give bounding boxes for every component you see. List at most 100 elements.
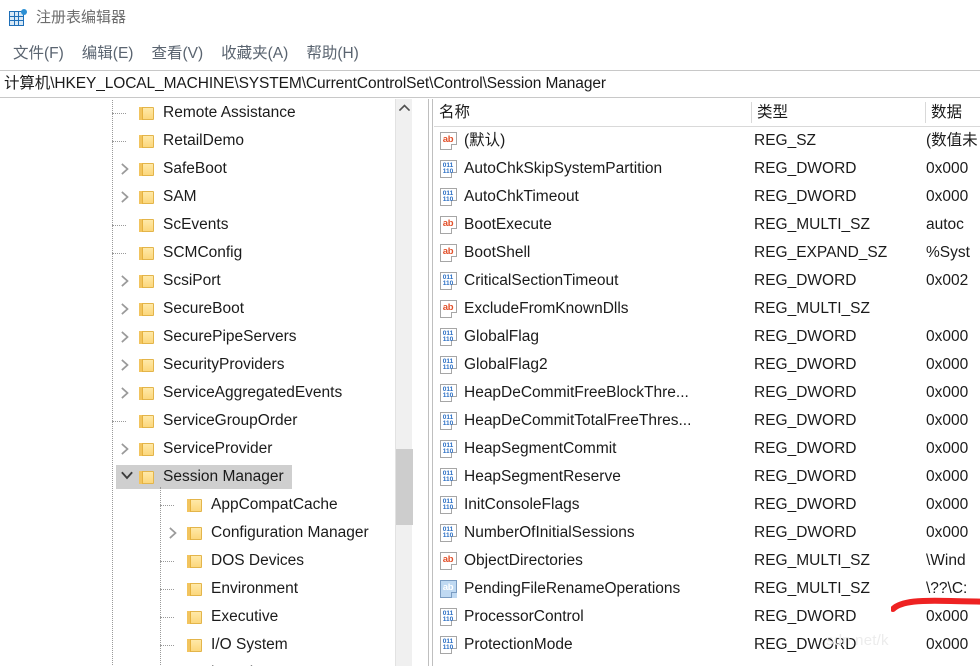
value-name-cell[interactable]: 011 110 ProcessorControl: [438, 603, 750, 631]
tree-node-environment[interactable]: Environment: [0, 575, 410, 603]
value-name-cell[interactable]: ab (默认): [438, 127, 750, 155]
folder-icon: [186, 581, 204, 597]
tree-node-scsiport[interactable]: ScsiPort: [0, 267, 410, 295]
content-area: Remote Assistance RetailDemo SafeBoot SAM Sc…: [0, 99, 980, 666]
menu-help[interactable]: 帮助(H): [297, 41, 368, 67]
pane-splitter[interactable]: [428, 99, 433, 666]
column-header-data[interactable]: 数据: [926, 99, 980, 126]
tree-node-session-manager[interactable]: Session Manager: [0, 463, 410, 491]
registry-value-row[interactable]: 011 110 HeapDeCommitTotalFreeThres... REG_D…: [434, 407, 980, 435]
tree-node-dos-devices[interactable]: DOS Devices: [0, 547, 410, 575]
chevron-down-icon[interactable]: [116, 465, 138, 489]
chevron-right-icon[interactable]: [116, 353, 138, 377]
tree-node-serviceprovider[interactable]: ServiceProvider: [0, 435, 410, 463]
tree-node-configuration-manager[interactable]: Configuration Manager: [0, 519, 410, 547]
chevron-right-icon[interactable]: [164, 521, 186, 545]
chevron-up-icon[interactable]: [396, 99, 413, 116]
tree-node-scevents[interactable]: ScEvents: [0, 211, 410, 239]
tree-node-serviceaggregatedevents[interactable]: ServiceAggregatedEvents: [0, 379, 410, 407]
tree-guide-line: [160, 561, 174, 562]
tree-node-secureboot[interactable]: SecureBoot: [0, 295, 410, 323]
value-name-cell[interactable]: 011 110 HeapSegmentReserve: [438, 463, 750, 491]
value-type-cell: REG_DWORD: [754, 496, 857, 513]
address-bar[interactable]: 计算机\HKEY_LOCAL_MACHINE\SYSTEM\CurrentCon…: [0, 70, 980, 98]
chevron-right-icon[interactable]: [116, 325, 138, 349]
value-name-cell[interactable]: ab BootExecute: [438, 211, 750, 239]
value-name-cell[interactable]: 011 110 GlobalFlag2: [438, 351, 750, 379]
tree-node-retaildemo[interactable]: RetailDemo: [0, 127, 410, 155]
value-name-label: PendingFileRenameOperations: [464, 580, 681, 597]
menu-file[interactable]: 文件(F): [4, 41, 73, 67]
chevron-right-icon[interactable]: [164, 661, 186, 666]
value-name-cell[interactable]: 011 110 GlobalFlag: [438, 323, 750, 351]
menu-edit[interactable]: 编辑(E): [73, 41, 143, 67]
tree-node-sam[interactable]: SAM: [0, 183, 410, 211]
value-name-cell[interactable]: 011 110 HeapDeCommitFreeBlockThre...: [438, 379, 750, 407]
tree-node-securityproviders[interactable]: SecurityProviders: [0, 351, 410, 379]
chevron-right-icon[interactable]: [116, 297, 138, 321]
value-name-cell[interactable]: 011 110 InitConsoleFlags: [438, 491, 750, 519]
tree-node-label: AppCompatCache: [211, 496, 338, 513]
registry-value-row[interactable]: 011 110 ProtectionMode REG_DWORD 0x000: [434, 631, 980, 659]
registry-value-row[interactable]: 011 110 ProcessorControl REG_DWORD 0x000: [434, 603, 980, 631]
registry-value-row[interactable]: 011 110 HeapDeCommitFreeBlockThre... REG_DW…: [434, 379, 980, 407]
registry-value-row[interactable]: 011 110 NumberOfInitialSessions REG_DWORD 0x…: [434, 519, 980, 547]
registry-value-row[interactable]: 011 110 HeapSegmentCommit REG_DWORD 0x000: [434, 435, 980, 463]
registry-values-pane[interactable]: 名称 类型 数据 ab (默认) REG_SZ (数值未 011 110 AutoChkSk…: [434, 99, 980, 666]
registry-value-row[interactable]: 011 110 HeapSegmentReserve REG_DWORD 0x000: [434, 463, 980, 491]
tree-node-scmconfig[interactable]: SCMConfig: [0, 239, 410, 267]
tree-scrollbar[interactable]: [395, 99, 413, 666]
tree-node-i-o-system[interactable]: I/O System: [0, 631, 410, 659]
value-name-cell[interactable]: 011 110 AutoChkSkipSystemPartition: [438, 155, 750, 183]
registry-value-row[interactable]: 011 110 AutoChkTimeout REG_DWORD 0x000: [434, 183, 980, 211]
registry-value-row[interactable]: ab BootShell REG_EXPAND_SZ %Syst: [434, 239, 980, 267]
registry-value-row[interactable]: 011 110 AutoChkSkipSystemPartition REG_DWOR…: [434, 155, 980, 183]
tree-guide-line: [160, 589, 174, 590]
registry-value-row[interactable]: ab BootExecute REG_MULTI_SZ autoc: [434, 211, 980, 239]
registry-path: 计算机\HKEY_LOCAL_MACHINE\SYSTEM\CurrentCon…: [4, 75, 606, 92]
registry-value-row[interactable]: ab (默认) REG_SZ (数值未: [434, 127, 980, 155]
tree-node-executive[interactable]: Executive: [0, 603, 410, 631]
value-name-cell[interactable]: ab ExcludeFromKnownDlls: [438, 295, 750, 323]
chevron-right-icon[interactable]: [116, 185, 138, 209]
value-type-cell: REG_DWORD: [754, 636, 857, 653]
tree-scrollbar-thumb[interactable]: [396, 449, 413, 525]
folder-icon: [186, 553, 204, 569]
value-name-cell[interactable]: 011 110 HeapSegmentCommit: [438, 435, 750, 463]
menu-view[interactable]: 查看(V): [142, 41, 212, 67]
value-name-label: HeapDeCommitFreeBlockThre...: [464, 384, 689, 401]
menu-favorites[interactable]: 收藏夹(A): [212, 41, 297, 67]
tree-node-appcompatcache[interactable]: AppCompatCache: [0, 491, 410, 519]
registry-value-row[interactable]: 011 110 CriticalSectionTimeout REG_DWORD 0x0…: [434, 267, 980, 295]
registry-value-row[interactable]: ab ExcludeFromKnownDlls REG_MULTI_SZ: [434, 295, 980, 323]
chevron-right-icon[interactable]: [116, 269, 138, 293]
window-title: 注册表编辑器: [36, 9, 127, 26]
registry-value-row[interactable]: ab ObjectDirectories REG_MULTI_SZ \Wind: [434, 547, 980, 575]
registry-value-row[interactable]: ab PendingFileRenameOperations REG_MULTI_S…: [434, 575, 980, 603]
column-header-name[interactable]: 名称: [434, 99, 752, 126]
tree-node-remote-assistance[interactable]: Remote Assistance: [0, 99, 410, 127]
value-name-cell[interactable]: 011 110 HeapDeCommitTotalFreeThres...: [438, 407, 750, 435]
tree-node-servicegrouporder[interactable]: ServiceGroupOrder: [0, 407, 410, 435]
value-name-cell[interactable]: 011 110 NumberOfInitialSessions: [438, 519, 750, 547]
value-name-cell[interactable]: 011 110 CriticalSectionTimeout: [438, 267, 750, 295]
value-name-cell[interactable]: ab PendingFileRenameOperations: [438, 575, 750, 603]
column-header-type[interactable]: 类型: [752, 99, 926, 126]
registry-value-row[interactable]: 011 110 GlobalFlag REG_DWORD 0x000: [434, 323, 980, 351]
chevron-right-icon[interactable]: [116, 437, 138, 461]
value-name-cell[interactable]: ab BootShell: [438, 239, 750, 267]
chevron-right-icon[interactable]: [116, 157, 138, 181]
tree-node-kernel[interactable]: kernel: [0, 659, 410, 666]
tree-node-safeboot[interactable]: SafeBoot: [0, 155, 410, 183]
chevron-right-icon[interactable]: [116, 381, 138, 405]
value-name-cell[interactable]: 011 110 AutoChkTimeout: [438, 183, 750, 211]
value-data-cell: 0x000: [926, 440, 969, 457]
registry-editor-icon: [8, 8, 28, 28]
value-type-cell: REG_DWORD: [754, 160, 857, 177]
value-name-cell[interactable]: 011 110 ProtectionMode: [438, 631, 750, 659]
tree-node-securepipeservers[interactable]: SecurePipeServers: [0, 323, 410, 351]
registry-value-row[interactable]: 011 110 GlobalFlag2 REG_DWORD 0x000: [434, 351, 980, 379]
registry-tree-pane[interactable]: Remote Assistance RetailDemo SafeBoot SAM Sc…: [0, 99, 428, 666]
value-name-cell[interactable]: ab ObjectDirectories: [438, 547, 750, 575]
registry-value-row[interactable]: 011 110 InitConsoleFlags REG_DWORD 0x000: [434, 491, 980, 519]
